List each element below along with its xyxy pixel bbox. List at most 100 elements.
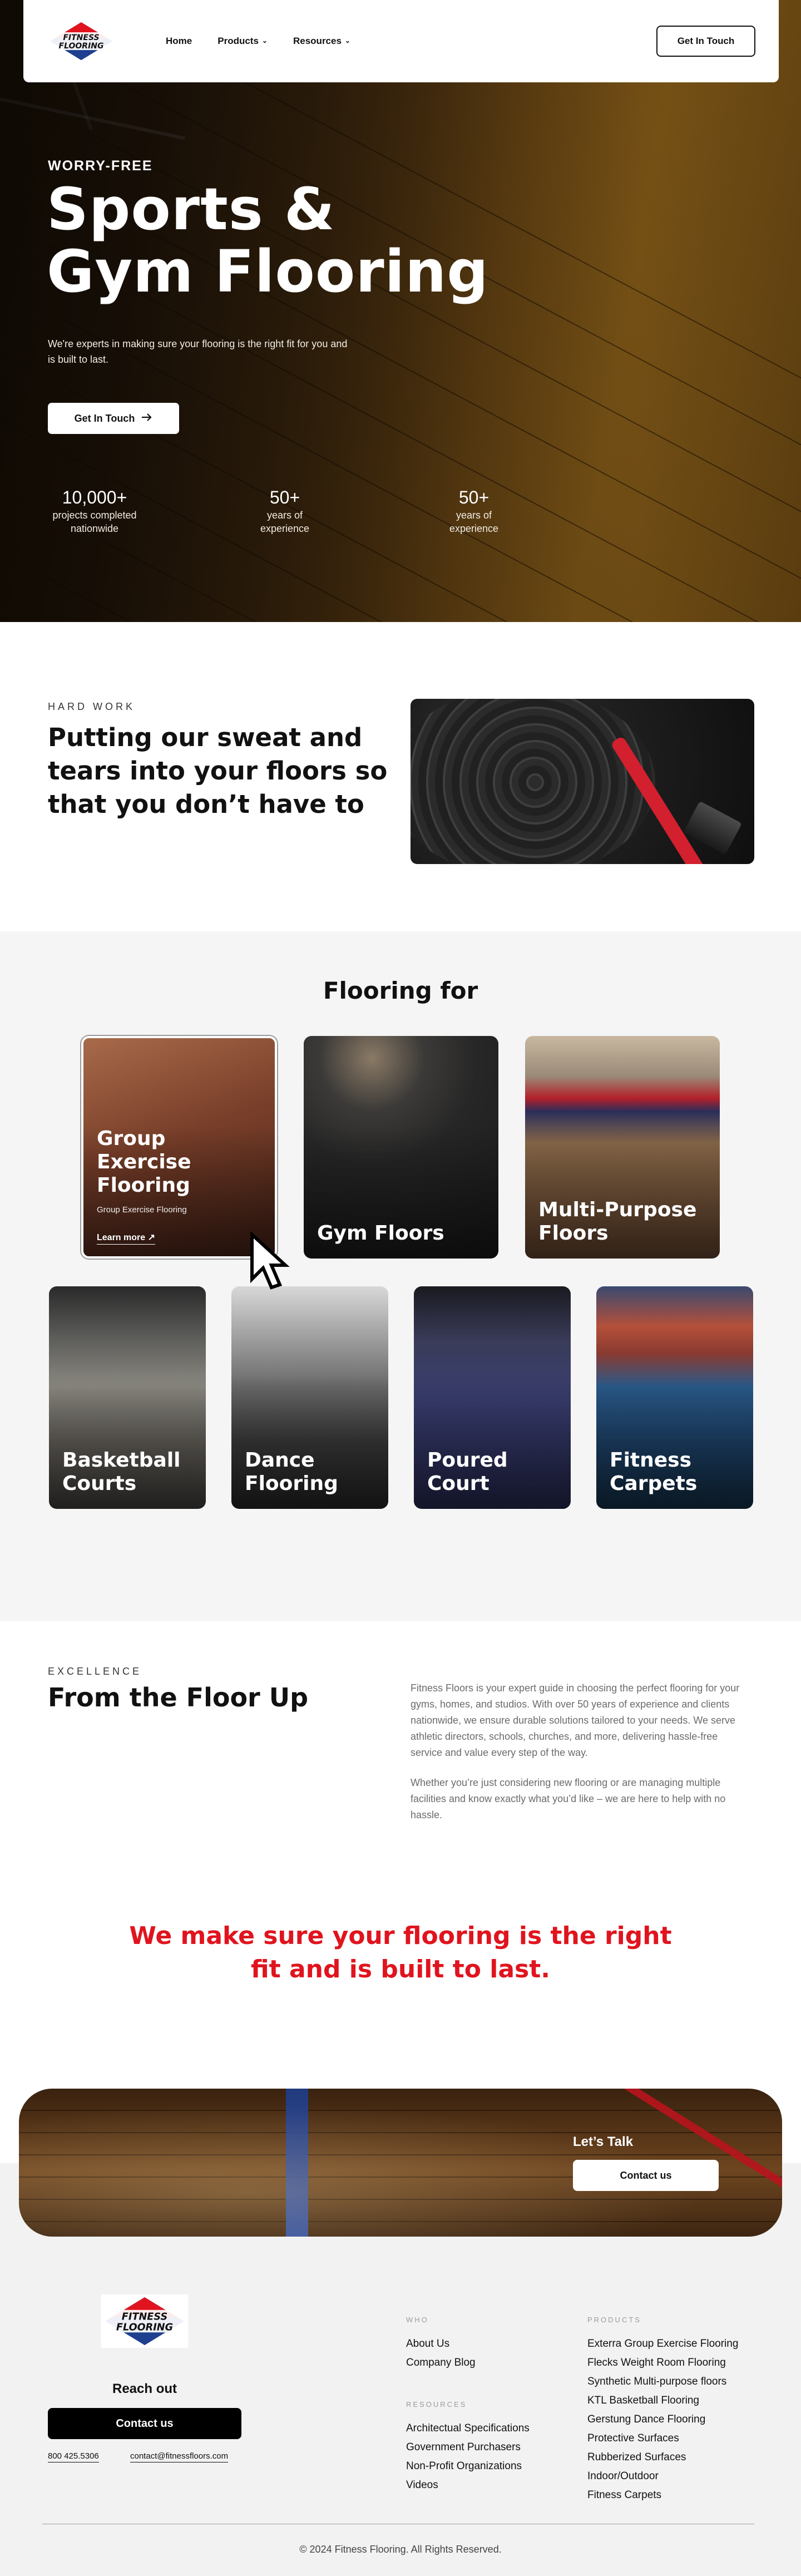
arrow-right-icon: [141, 413, 152, 425]
card-title-line: Multi-Purpose: [538, 1198, 697, 1221]
chevron-down-icon: ⌄: [261, 37, 268, 45]
nav-get-in-touch-button[interactable]: Get In Touch: [656, 26, 755, 57]
card-title-line: Poured: [427, 1449, 508, 1472]
footer-link[interactable]: Non-Profit Organizations: [406, 2457, 530, 2476]
excellence-paragraph-1: Fitness Floors is your expert guide in c…: [411, 1682, 740, 1758]
brand-logo[interactable]: FITNESS FLOORING: [47, 20, 116, 62]
card-group-exercise-flooring[interactable]: Group Exercise Flooring Group Exercise F…: [81, 1036, 277, 1259]
footer-reach-out-heading: Reach out: [112, 2381, 177, 2396]
nav-resources[interactable]: Resources ⌄: [293, 36, 350, 47]
top-navbar: FITNESS FLOORING Home Products ⌄ Resource…: [23, 0, 779, 82]
stat-number: 10,000+: [62, 487, 127, 507]
nav-products[interactable]: Products ⌄: [217, 36, 268, 47]
card-multi-purpose-floors[interactable]: Multi-Purpose Floors: [525, 1036, 720, 1259]
lets-talk-contact-button[interactable]: Contact us: [573, 2160, 719, 2191]
flooring-for-title: Flooring for: [323, 977, 478, 1004]
footer-link[interactable]: About Us: [406, 2335, 476, 2353]
chevron-down-icon: ⌄: [344, 37, 350, 45]
stat-number: 50+: [458, 487, 490, 507]
card-fitness-carpets[interactable]: Fitness Carpets: [596, 1286, 753, 1509]
footer-link[interactable]: Exterra Group Exercise Flooring: [587, 2335, 738, 2353]
footer-link[interactable]: Architectual Specifications: [406, 2419, 530, 2438]
card-subtitle: Group Exercise Flooring: [97, 1205, 187, 1215]
footer-copyright: © 2024 Fitness Flooring. All Rights Rese…: [299, 2544, 502, 2555]
card-title: Fitness Carpets: [610, 1449, 751, 1496]
hero-cta-label: Get In Touch: [74, 412, 135, 424]
card-title-line: Courts: [62, 1472, 137, 1495]
stat-label: years of: [266, 510, 303, 521]
stat-years: 50+ years of experience: [407, 486, 541, 535]
stat-projects: 10,000+ projects completed nationwide: [28, 486, 161, 535]
footer-phone-link[interactable]: 800 425.5306: [48, 2451, 99, 2463]
footer-link[interactable]: Government Purchasers: [406, 2438, 530, 2457]
hero-subtitle: We're experts in making sure your floori…: [48, 338, 348, 365]
hero-title-line2: Gym Flooring: [47, 238, 489, 305]
card-title-line: Carpets: [610, 1472, 698, 1495]
stat-label: nationwide: [70, 523, 119, 534]
stat-label: experience: [260, 523, 310, 534]
hero-eyebrow: WORRY-FREE: [48, 158, 153, 174]
excellence-eyebrow: EXCELLENCE: [48, 1666, 142, 1677]
hard-work-eyebrow: HARD WORK: [48, 701, 135, 712]
footer-link[interactable]: Fitness Carpets: [587, 2486, 738, 2505]
footer-link[interactable]: Videos: [406, 2476, 530, 2495]
card-title-line: Fitness: [610, 1449, 692, 1472]
learn-more-link[interactable]: Learn more ↗: [97, 1232, 155, 1245]
tire-hammer-image: [411, 699, 754, 864]
footer-contact-button[interactable]: Contact us: [48, 2408, 241, 2439]
footer-link[interactable]: Flecks Weight Room Flooring: [587, 2353, 738, 2372]
card-dance-flooring[interactable]: Dance Flooring: [231, 1286, 388, 1509]
nav-links: Home Products ⌄ Resources ⌄: [166, 36, 350, 47]
footer-logo[interactable]: FITNESS FLOORING: [100, 2294, 189, 2348]
card-title-line: Court: [427, 1472, 490, 1495]
nav-home-label: Home: [166, 36, 192, 46]
quote-heading: We make sure your flooring is the right …: [89, 1919, 712, 1986]
stat-years: 50+ years of experience: [218, 486, 352, 535]
svg-text:FITNESS: FITNESS: [122, 2311, 167, 2322]
footer-link[interactable]: KTL Basketball Flooring: [587, 2391, 738, 2410]
hero-get-in-touch-button[interactable]: Get In Touch: [48, 403, 179, 434]
svg-text:FITNESS: FITNESS: [63, 33, 99, 42]
lets-talk-label: Let’s Talk: [573, 2134, 634, 2149]
nav-home[interactable]: Home: [166, 36, 192, 47]
card-poured-court[interactable]: Poured Court: [414, 1286, 571, 1509]
nav-products-label: Products: [217, 36, 259, 46]
footer-who-list: About Us Company Blog: [406, 2335, 476, 2372]
footer-link[interactable]: Gerstung Dance Flooring: [587, 2410, 738, 2429]
card-title: Poured Court: [427, 1449, 568, 1496]
stat-label: projects completed: [52, 510, 137, 521]
card-title-line: Flooring: [97, 1174, 190, 1197]
card-title-line: Group: [97, 1127, 166, 1150]
flooring-for-section: [0, 931, 801, 1621]
card-title-line: Dance: [245, 1449, 315, 1472]
card-title: Multi-Purpose Floors: [538, 1198, 714, 1245]
card-title-line: Exercise: [97, 1151, 191, 1173]
footer-link[interactable]: Protective Surfaces: [587, 2429, 738, 2448]
footer-link[interactable]: Indoor/Outdoor: [587, 2467, 738, 2486]
nav-resources-label: Resources: [293, 36, 342, 46]
hero-section: FITNESS FLOORING Home Products ⌄ Resource…: [0, 0, 801, 622]
card-title: Dance Flooring: [245, 1449, 386, 1496]
card-title-line: Flooring: [245, 1472, 338, 1495]
footer-products-list: Exterra Group Exercise Flooring Flecks W…: [587, 2335, 738, 2505]
card-title-line: Floors: [538, 1222, 609, 1245]
footer-resources-heading: RESOURCES: [406, 2400, 467, 2409]
hero-title: Sports & Gym Flooring: [47, 178, 603, 303]
quote-line: fit and is built to last.: [250, 1955, 550, 1983]
excellence-paragraph-2: Whether you’re just considering new floo…: [411, 1777, 726, 1820]
footer-link[interactable]: Rubberized Surfaces: [587, 2448, 738, 2467]
footer-link[interactable]: Synthetic Multi-purpose floors: [587, 2372, 738, 2391]
footer-email-link[interactable]: contact@fitnessfloors.com: [130, 2451, 229, 2463]
svg-text:FLOORING: FLOORING: [116, 2322, 173, 2333]
stat-label: years of: [456, 510, 492, 521]
footer-resources-list: Architectual Specifications Government P…: [406, 2419, 530, 2495]
card-title-line: Gym Floors: [317, 1222, 444, 1245]
excellence-title: From the Floor Up: [48, 1682, 309, 1713]
card-title: Gym Floors: [317, 1222, 492, 1245]
card-basketball-courts[interactable]: Basketball Courts: [49, 1286, 206, 1509]
footer-who-heading: WHO: [406, 2316, 429, 2324]
footer-products-heading: PRODUCTS: [587, 2316, 641, 2324]
hero-title-line1: Sports &: [47, 175, 335, 243]
card-gym-floors[interactable]: Gym Floors: [304, 1036, 498, 1259]
footer-link[interactable]: Company Blog: [406, 2353, 476, 2372]
